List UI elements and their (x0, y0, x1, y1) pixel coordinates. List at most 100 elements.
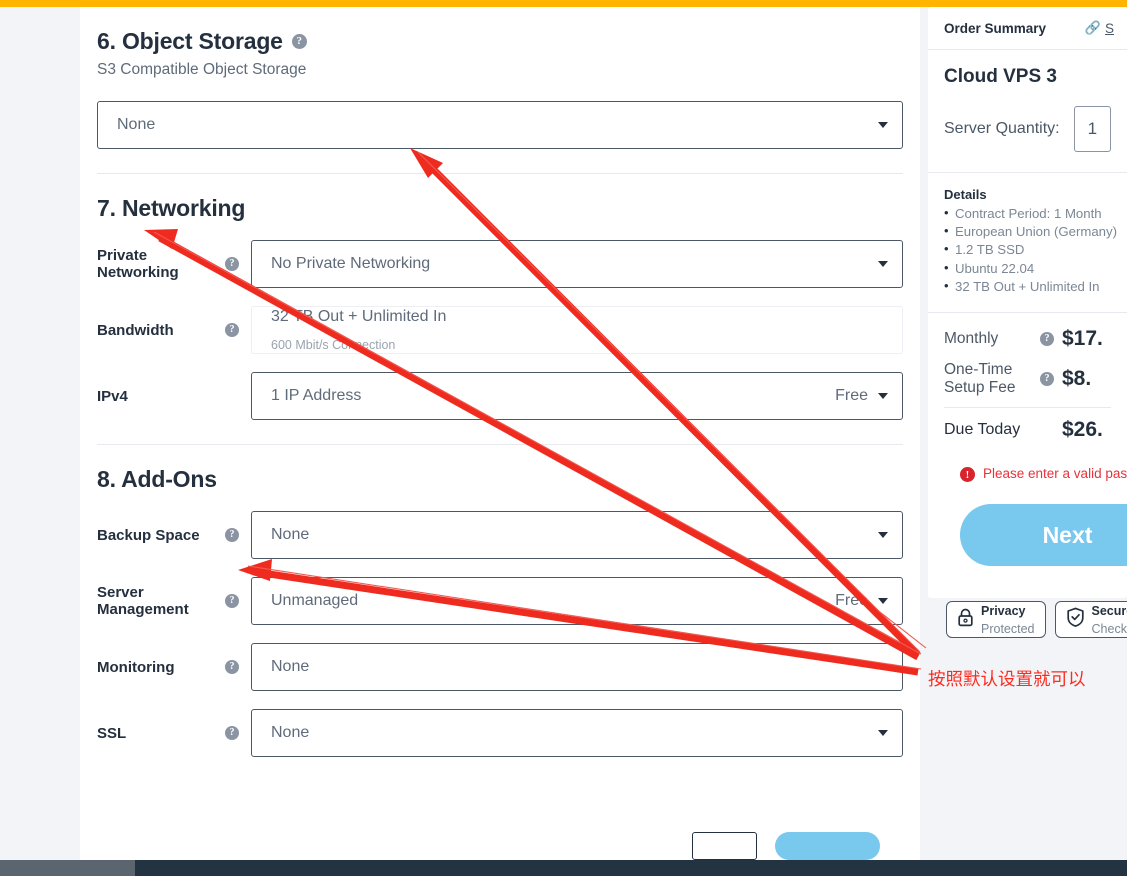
private-networking-select[interactable]: No Private Networking (251, 240, 903, 288)
horizontal-scrollbar-thumb[interactable] (0, 860, 135, 876)
section-object-storage: 6. Object Storage ? S3 Compatible Object… (80, 7, 920, 174)
label-server-management: Server Management (97, 584, 189, 618)
chevron-down-icon (878, 730, 888, 736)
badge-privacy-title: Privacy (981, 603, 1026, 618)
row-server-management: Server Management ? Unmanaged Free (97, 577, 903, 625)
help-icon-private-networking[interactable]: ? (225, 257, 239, 271)
monthly-label: Monthly (944, 330, 999, 348)
list-item: Contract Period: 1 Month (944, 204, 1111, 223)
order-prices: Monthly ? $17. One-Time Setup Fee ? $8. … (928, 313, 1127, 598)
brand-accent-bar (0, 0, 1127, 7)
label-bandwidth: Bandwidth (97, 321, 174, 339)
section-title-networking: 7. Networking (97, 195, 246, 221)
ipv4-select[interactable]: 1 IP Address Free (251, 372, 903, 420)
monitoring-value: None (271, 658, 310, 675)
server-management-value: Unmanaged (271, 592, 359, 609)
details-title: Details (944, 187, 987, 202)
chevron-down-icon (878, 393, 888, 399)
help-icon-monitoring[interactable]: ? (225, 660, 239, 674)
bandwidth-value: 32 TB Out + Unlimited In (271, 308, 447, 325)
chevron-down-icon (878, 261, 888, 267)
label-monitoring: Monitoring (97, 658, 175, 676)
private-networking-value: No Private Networking (271, 255, 431, 272)
badge-secure-subtitle: Checko (1091, 621, 1127, 636)
order-summary-panel: Order Summary 🔗 S Cloud VPS 3 Server Qua… (928, 7, 1127, 599)
backup-space-select[interactable]: None (251, 511, 903, 559)
row-private-networking: Private Networking ? No Private Networki… (97, 240, 903, 288)
chevron-down-icon (878, 532, 888, 538)
price-row-monthly: Monthly ? $17. (944, 327, 1127, 351)
section-title-object-storage: 6. Object Storage (97, 28, 283, 54)
help-icon-object-storage[interactable]: ? (291, 33, 307, 49)
object-storage-select[interactable]: None (97, 101, 903, 149)
product-name: Cloud VPS 3 (944, 66, 1057, 87)
badge-privacy-protected: Privacy Protected (946, 601, 1046, 638)
server-quantity-row: Server Quantity: 1 (944, 106, 1111, 152)
due-today-label: Due Today (944, 421, 1021, 439)
ipv4-price: Free (835, 387, 868, 404)
validation-error: ! Please enter a valid passwo (944, 446, 1127, 483)
row-ssl: SSL ? None (97, 709, 903, 757)
server-quantity-input[interactable]: 1 (1073, 106, 1111, 152)
badge-secure-checkout: Secure Checko (1054, 601, 1127, 638)
bottom-bar (0, 860, 1127, 876)
list-item: European Union (Germany) (944, 222, 1117, 241)
chevron-down-icon (878, 598, 888, 604)
price-divider (944, 407, 1111, 409)
list-item: 32 TB Out + Unlimited In (944, 277, 1111, 296)
bandwidth-field: 32 TB Out + Unlimited In 600 Mbit/s Conn… (251, 306, 903, 354)
server-management-price: Free (835, 592, 868, 609)
help-icon-monthly[interactable]: ? (1040, 332, 1054, 347)
list-item: 1.2 TB SSD (944, 240, 1111, 259)
ssl-value: None (271, 724, 310, 741)
section-title-add-ons: 8. Add-Ons (97, 466, 217, 492)
order-summary-title: Order Summary (944, 20, 1047, 36)
help-icon-bandwidth[interactable]: ? (225, 323, 239, 337)
error-icon: ! (960, 467, 975, 483)
monitoring-select[interactable]: None (251, 643, 903, 691)
continue-button[interactable] (775, 832, 880, 860)
help-icon-server-management[interactable]: ? (225, 594, 239, 608)
object-storage-value: None (117, 116, 156, 133)
label-ipv4: IPv4 (97, 387, 128, 405)
order-form-column: 6. Object Storage ? S3 Compatible Object… (80, 7, 920, 860)
link-icon: 🔗 (1084, 20, 1101, 35)
next-button[interactable]: Next (960, 504, 1127, 567)
label-backup-space: Backup Space (97, 526, 200, 544)
label-private-networking: Private Networking (97, 247, 179, 281)
section-networking: 7. Networking Private Networking ? No Pr… (80, 174, 920, 445)
section-subtitle-object-storage: S3 Compatible Object Storage (97, 61, 307, 78)
setup-fee-label: One-Time Setup Fee (944, 361, 1016, 397)
help-icon-backup-space[interactable]: ? (225, 528, 239, 542)
order-summary-header: Order Summary 🔗 S (928, 7, 1127, 50)
row-bandwidth: Bandwidth ? 32 TB Out + Unlimited In 600… (97, 306, 903, 354)
back-button[interactable] (692, 832, 757, 860)
share-label: S (1104, 20, 1114, 36)
badge-secure-title: Secure (1091, 603, 1127, 618)
shield-check-icon (1066, 607, 1085, 632)
monthly-value: $17. (1062, 327, 1103, 351)
row-backup-space: Backup Space ? None (97, 511, 903, 559)
price-row-due-today: Due Today $26. (944, 418, 1127, 446)
help-icon-setup-fee[interactable]: ? (1040, 372, 1054, 387)
bandwidth-subvalue: 600 Mbit/s Connection (271, 338, 396, 352)
order-summary-product: Cloud VPS 3 Server Quantity: 1 (928, 50, 1127, 173)
price-row-setup-fee: One-Time Setup Fee ? $8. (944, 361, 1127, 397)
lock-icon (957, 608, 974, 632)
list-item: Ubuntu 22.04 (944, 259, 1111, 278)
ssl-select[interactable]: None (251, 709, 903, 757)
ipv4-value: 1 IP Address (271, 387, 362, 404)
annotation-note: 按照默认设置就可以 (928, 670, 1086, 690)
section-add-ons: 8. Add-Ons Backup Space ? None Server Ma (80, 445, 920, 781)
backup-space-value: None (271, 526, 310, 543)
server-management-select[interactable]: Unmanaged Free (251, 577, 903, 625)
setup-fee-value: $8. (1062, 367, 1092, 391)
help-icon-ssl[interactable]: ? (225, 726, 239, 740)
trust-badges: Privacy Protected Secure Checko (946, 601, 1127, 638)
details-list: Contract Period: 1 Month European Union … (944, 204, 1117, 296)
label-ssl: SSL (97, 724, 127, 742)
share-link[interactable]: 🔗 S (1085, 20, 1114, 36)
page-root: 6. Object Storage ? S3 Compatible Object… (0, 0, 1127, 876)
chevron-down-icon (878, 122, 888, 128)
badge-privacy-subtitle: Protected (981, 621, 1035, 636)
